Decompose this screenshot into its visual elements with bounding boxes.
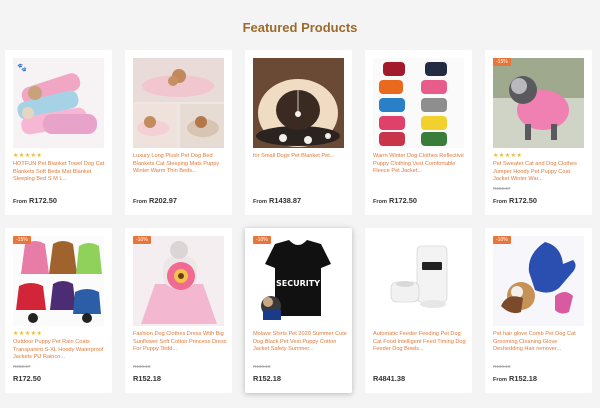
original-price: R202.97 bbox=[493, 186, 511, 191]
product-price: R152.18 bbox=[253, 374, 281, 383]
product-name[interactable]: Molave Shirts Pet 2020 Summer Cute Dog B… bbox=[253, 331, 347, 354]
product-price: From R172.50 bbox=[493, 196, 537, 205]
product-card[interactable]: 🐾 ★★★★★ HOTFUN Pet Blanket Towel Dog Cat… bbox=[5, 50, 112, 215]
product-card[interactable]: -10% Pet hair glove Comb Pet Dog Cat Gro… bbox=[485, 228, 592, 393]
product-image[interactable] bbox=[13, 236, 104, 326]
discount-badge: -15% bbox=[493, 58, 511, 66]
product-card[interactable]: Warm Winter Dog Clothes Reflective Puppy… bbox=[365, 50, 472, 215]
product-image[interactable] bbox=[373, 58, 464, 148]
product-image[interactable]: 🐾 bbox=[13, 58, 104, 148]
product-price: From R172.50 bbox=[13, 196, 57, 205]
product-name[interactable]: Pet hair glove Comb Pet Dog Cat Grooming… bbox=[493, 331, 587, 354]
discount-badge: -10% bbox=[253, 236, 271, 244]
discount-badge: -10% bbox=[493, 236, 511, 244]
svg-text:SECURITY: SECURITY bbox=[276, 279, 320, 288]
product-price: R4841.38 bbox=[373, 374, 406, 383]
rating-stars: ★★★★★ bbox=[13, 153, 43, 159]
product-image[interactable]: SECURITY bbox=[253, 236, 344, 326]
product-card[interactable]: -10% Fashion Dog Clothes Dress With Big … bbox=[125, 228, 232, 393]
product-card[interactable]: Luxury Long Plush Pet Dog Bed Blankets C… bbox=[125, 50, 232, 215]
product-price: From R172.50 bbox=[373, 196, 417, 205]
rating-stars: ★★★★★ bbox=[13, 331, 43, 337]
product-price: From R152.18 bbox=[493, 374, 537, 383]
product-name[interactable]: Pet Sweater Cat and Dog Clothes Jumper H… bbox=[493, 161, 587, 184]
product-card[interactable]: Automatic Feeder Feeding Pet Dog Cat Foo… bbox=[365, 228, 472, 393]
product-card[interactable]: for Small Dogs Pet Blanket Pet... From R… bbox=[245, 50, 352, 215]
discount-badge: -15% bbox=[13, 236, 31, 244]
discount-badge: -10% bbox=[133, 236, 151, 244]
product-image[interactable] bbox=[373, 236, 464, 326]
product-name[interactable]: Automatic Feeder Feeding Pet Dog Cat Foo… bbox=[373, 331, 467, 354]
product-name[interactable]: Warm Winter Dog Clothes Reflective Puppy… bbox=[373, 153, 467, 176]
rating-stars: ★★★★★ bbox=[493, 153, 523, 159]
product-image[interactable] bbox=[493, 58, 584, 148]
product-name[interactable]: Fashion Dog Clothes Dress With Big Sunfl… bbox=[133, 331, 227, 354]
original-price: R169.13 bbox=[253, 364, 271, 369]
product-image[interactable] bbox=[493, 236, 584, 326]
original-price: R169.13 bbox=[493, 364, 511, 369]
product-name[interactable]: HOTFUN Pet Blanket Towel Dog Cat Blanket… bbox=[13, 161, 107, 184]
product-image[interactable] bbox=[133, 58, 224, 148]
section-title: Featured Products bbox=[242, 20, 358, 35]
product-card[interactable]: -10% SECURITY Molave Shirts Pet 2020 Sum… bbox=[245, 228, 352, 393]
product-price: From R202.97 bbox=[133, 196, 177, 205]
product-image[interactable] bbox=[133, 236, 224, 326]
product-card[interactable]: -15% ★★★★★ Pet Sweater Cat and Dog Cloth… bbox=[485, 50, 592, 215]
product-name[interactable]: for Small Dogs Pet Blanket Pet... bbox=[253, 153, 347, 176]
product-name[interactable]: Outdoor Puppy Pet Rain Coats Transparent… bbox=[13, 339, 107, 362]
product-card[interactable]: -15% ★★★★★ Outdoor Puppy Pet Rain Coats … bbox=[5, 228, 112, 393]
original-price: R202.97 bbox=[13, 364, 31, 369]
product-price: From R1438.87 bbox=[253, 196, 302, 205]
product-price: R152.18 bbox=[133, 374, 161, 383]
svg-text:🐾: 🐾 bbox=[17, 63, 27, 72]
product-price: R172.50 bbox=[13, 374, 41, 383]
product-name[interactable]: Luxury Long Plush Pet Dog Bed Blankets C… bbox=[133, 153, 227, 176]
product-image[interactable] bbox=[253, 58, 344, 148]
original-price: R169.13 bbox=[133, 364, 151, 369]
